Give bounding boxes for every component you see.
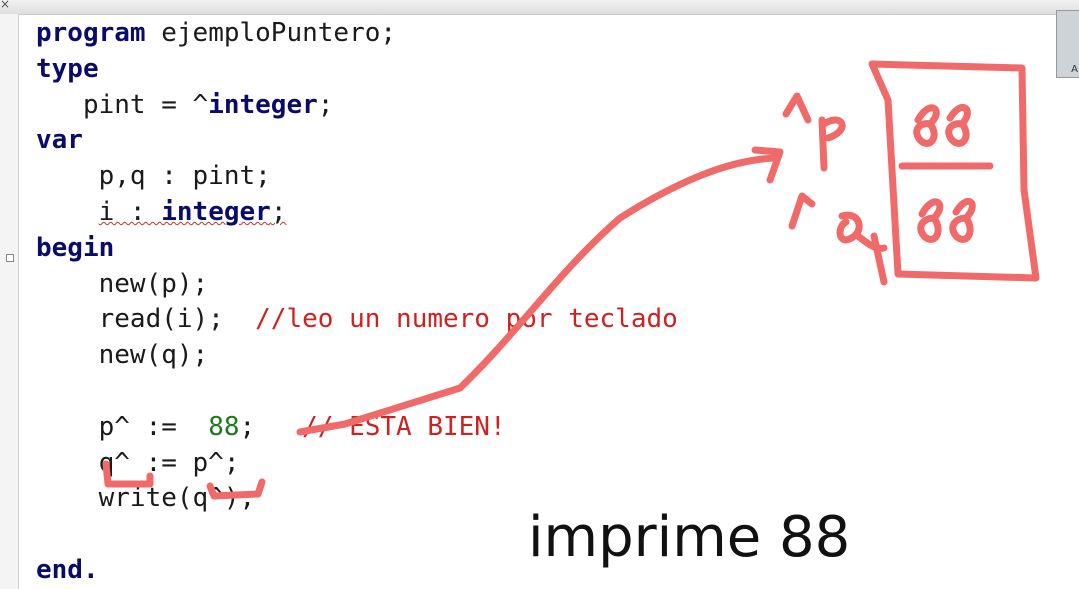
- memory-box: [868, 60, 1040, 282]
- assignment-arrow: [296, 154, 779, 436]
- label-q-caret: [788, 192, 816, 230]
- box-bottom-value: [917, 198, 976, 243]
- box-top-value: [913, 104, 971, 147]
- arrowhead-icon: [751, 146, 784, 184]
- handwritten-annotation-layer: [102, 60, 1040, 500]
- label-q-letter: [836, 211, 888, 286]
- bracket-under-p: [206, 478, 266, 500]
- bracket-under-q: [102, 460, 154, 488]
- label-p-caret: [782, 92, 812, 124]
- label-p-letter: [818, 116, 846, 172]
